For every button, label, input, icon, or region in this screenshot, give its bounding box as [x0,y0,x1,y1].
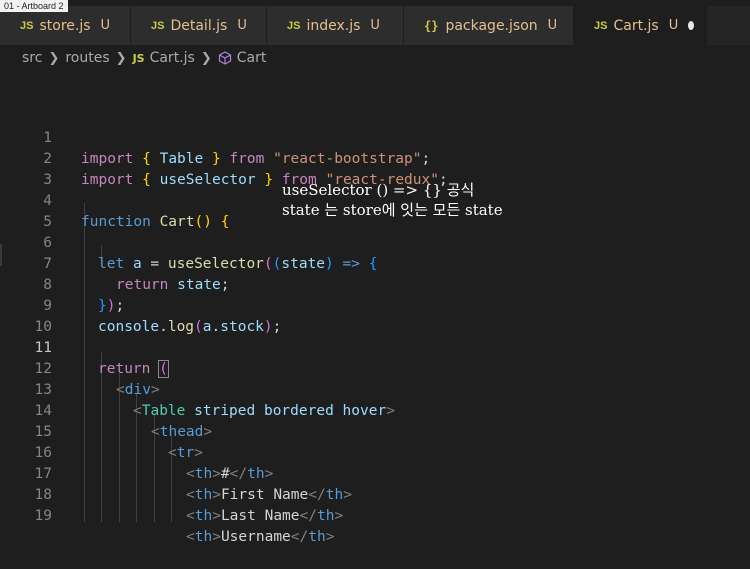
js-file-icon: JS [151,19,165,32]
tab-index-js[interactable]: JS index.js U [267,6,404,45]
code-line: 12 <div> [0,338,750,398]
code-line: 18 <th>Last Name</th> [0,464,750,524]
line-number: 19 [34,508,52,524]
code-line: 19 <th>Username</th> [0,485,750,545]
code-line: 13 <Table striped bordered hover> [0,359,750,419]
js-file-icon: JS [132,51,145,65]
tab-label: Cart.js [613,17,659,34]
breadcrumb-cart-symbol[interactable]: Cart [237,50,267,66]
tab-cart-js[interactable]: JS Cart.js U [574,6,707,45]
chevron-right-icon: ❯ [200,50,212,66]
untracked-badge: U [547,18,558,33]
json-file-icon: {} [424,18,439,33]
tab-label: package.json [445,17,538,34]
tab-label: index.js [306,17,361,34]
annotation-line-2: state 는 store에 잇는 모든 state [282,201,503,219]
js-file-icon: JS [594,19,608,32]
breadcrumb: src ❯ routes ❯ JS Cart.js ❯ Cart [0,45,750,71]
code-line: 9 console.log(a.stock); [0,275,750,335]
breadcrumb-cart-js[interactable]: Cart.js [150,50,195,66]
annotation-line-1: useSelector () => {} 공식 [282,181,475,199]
breadcrumb-src[interactable]: src [22,50,42,66]
code-line: 3 [0,149,750,188]
untracked-badge: U [237,18,247,33]
untracked-badge: U [100,18,111,33]
code-line: 16 <th>#</th> [0,422,750,482]
tab-label: store.js [39,17,91,34]
code-line: 10 [0,296,750,335]
tab-bar-empty [707,6,750,45]
tab-package-json[interactable]: {} package.json U [404,6,574,45]
code-line: 8 }); [0,254,750,314]
symbol-cube-icon [218,51,232,65]
editor-tab-bar: JS store.js U JS Detail.js U JS index.js… [0,6,750,45]
untracked-badge: U [668,18,679,33]
code-line-current: 11 return ( [0,317,750,378]
js-file-icon: JS [20,19,34,32]
code-line: 7 return state; [0,233,750,293]
breadcrumb-routes[interactable]: routes [65,50,109,66]
annotation-note: useSelector () => {} 공식 state 는 store에 잇… [282,180,503,220]
tab-label: Detail.js [170,17,228,34]
code-line: 2 import { useSelector } from "react-red… [0,128,750,188]
code-line: 14 <thead> [0,380,750,440]
unsaved-dot-icon[interactable] [688,21,694,30]
js-file-icon: JS [287,19,301,32]
untracked-badge: U [370,18,380,33]
code-line: 1 import { Table } from "react-bootstrap… [0,107,750,167]
artboard-label: 01 - Artboard 2 [0,0,68,12]
code-line: 17 <th>First Name</th> [0,443,750,503]
chevron-right-icon: ❯ [115,50,127,66]
code-editor[interactable]: 1 import { Table } from "react-bootstrap… [0,96,750,545]
chevron-right-icon: ❯ [48,50,60,66]
code-line: 15 <tr> [0,401,750,461]
tab-detail-js[interactable]: JS Detail.js U [131,6,267,45]
